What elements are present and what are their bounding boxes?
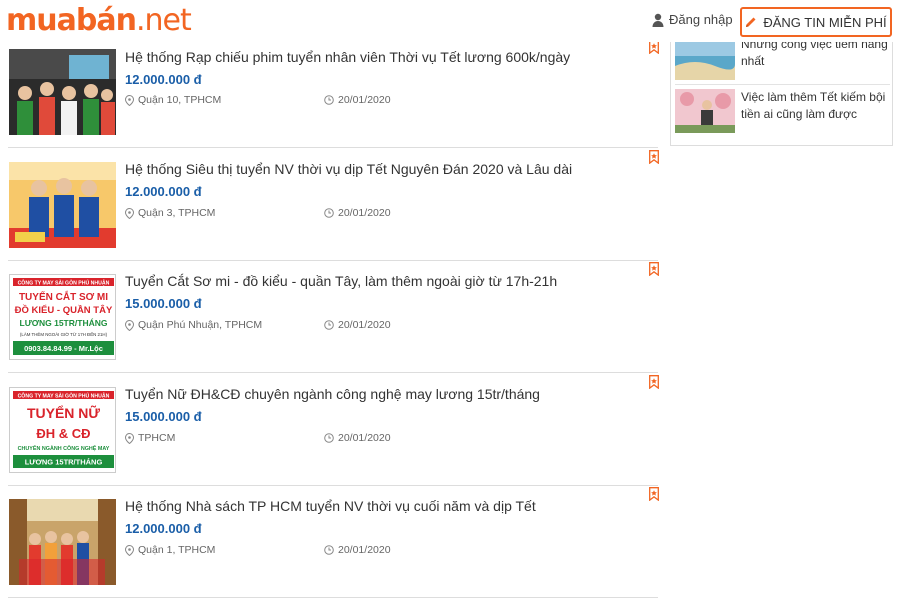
listing-thumbnail[interactable]: CÔNG TY MAY SÀI GÒN PHÚ NHUẬN TUYỂN CẮT … — [9, 274, 116, 360]
list-item[interactable]: Hệ thống Rạp chiếu phim tuyển nhân viên … — [8, 36, 659, 148]
post-free-ad-button[interactable]: ĐĂNG TIN MIỄN PHÍ — [740, 7, 892, 37]
location-text: TPHCM — [138, 432, 176, 444]
poster-headline: TUYỂN NỮ — [27, 404, 100, 421]
listing-price: 12.000.000 đ — [125, 521, 202, 536]
page: Hệ thống Rạp chiếu phim tuyển nhân viên … — [0, 0, 900, 600]
related-article[interactable]: Những công việc tiềm năng nhất — [675, 36, 890, 86]
related-articles-panel: Những công việc tiềm năng nhất Việc làm … — [670, 36, 893, 146]
bookmark-icon[interactable] — [649, 150, 659, 164]
listing-location: Quận Phú Nhuận, TPHCM — [125, 319, 262, 331]
divider — [675, 84, 890, 85]
listing-thumbnail[interactable] — [9, 49, 116, 135]
article-title[interactable]: Những công việc tiềm năng nhất — [741, 36, 890, 86]
bookmark-icon[interactable] — [649, 40, 659, 54]
poster-subheadline: ĐH & CĐ — [36, 426, 90, 441]
poster-salary: LƯƠNG 15TR/THÁNG — [20, 318, 108, 328]
poster-note: (LÀM THÊM NGOÀI GIỜ TỪ 17H ĐẾN 21H) — [20, 332, 108, 337]
site-header: muabán.net Đăng nhập ĐĂNG TIN MIỄN PHÍ — [0, 0, 900, 42]
poster-sub: CHUYÊN NGÀNH CÔNG NGHỆ MAY — [18, 444, 110, 452]
list-item[interactable]: Hệ thống Siêu thị tuyển NV thời vụ dịp T… — [8, 149, 659, 261]
listing-thumbnail[interactable] — [9, 499, 116, 585]
login-label: Đăng nhập — [669, 12, 733, 27]
site-logo[interactable]: muabán.net — [6, 2, 192, 40]
list-item[interactable]: Hệ thống Nhà sách TP HCM tuyển NV thời v… — [8, 486, 659, 598]
map-pin-icon — [125, 207, 134, 219]
article-title[interactable]: Việc làm thêm Tết kiếm bội tiền ai cũng … — [741, 89, 890, 139]
listing-title[interactable]: Hệ thống Rạp chiếu phim tuyển nhân viên … — [125, 49, 570, 65]
user-icon — [652, 13, 664, 27]
poster-subheadline: ĐỒ KIỂU - QUẦN TÂY — [15, 304, 113, 316]
clock-icon — [324, 208, 334, 218]
map-pin-icon — [125, 94, 134, 106]
listing-date: 20/01/2020 — [324, 544, 391, 556]
listing-title[interactable]: Hệ thống Siêu thị tuyển NV thời vụ dịp T… — [125, 161, 572, 177]
related-article[interactable]: Việc làm thêm Tết kiếm bội tiền ai cũng … — [675, 89, 890, 139]
date-text: 20/01/2020 — [338, 319, 391, 331]
listing-thumbnail[interactable]: CÔNG TY MAY SÀI GÒN PHÚ NHUẬN TUYỂN NỮ Đ… — [9, 387, 116, 473]
listing-location: Quận 10, TPHCM — [125, 94, 221, 106]
list-item[interactable]: CÔNG TY MAY SÀI GÒN PHÚ NHUẬN TUYỂN CẮT … — [8, 261, 659, 373]
listing-price: 12.000.000 đ — [125, 184, 202, 199]
listing-location: Quận 1, TPHCM — [125, 544, 215, 556]
list-item[interactable]: CÔNG TY MAY SÀI GÒN PHÚ NHUẬN TUYỂN NỮ Đ… — [8, 374, 659, 486]
date-text: 20/01/2020 — [338, 207, 391, 219]
clock-icon — [324, 95, 334, 105]
date-text: 20/01/2020 — [338, 432, 391, 444]
login-link[interactable]: Đăng nhập — [652, 12, 733, 27]
logo-tld: .net — [135, 3, 192, 38]
listing-date: 20/01/2020 — [324, 94, 391, 106]
listing-location: Quận 3, TPHCM — [125, 207, 215, 219]
article-thumbnail[interactable] — [675, 89, 735, 133]
date-text: 20/01/2020 — [338, 544, 391, 556]
bookmark-icon[interactable] — [649, 375, 659, 389]
location-text: Quận 3, TPHCM — [138, 207, 216, 219]
poster-company: CÔNG TY MAY SÀI GÒN PHÚ NHUẬN — [18, 278, 110, 286]
post-button-label: ĐĂNG TIN MIỄN PHÍ — [763, 14, 887, 30]
clock-icon — [324, 433, 334, 443]
listing-title[interactable]: Tuyển Cắt Sơ mi - đồ kiểu - quần Tây, là… — [125, 273, 557, 289]
clock-icon — [324, 320, 334, 330]
poster-phone: 0903.84.84.99 - Mr.Lộc — [24, 344, 103, 353]
logo-main: muabán — [6, 3, 137, 38]
poster-company: CÔNG TY MAY SÀI GÒN PHÚ NHUẬN — [18, 391, 110, 399]
location-text: Quận 1, TPHCM — [138, 544, 216, 556]
bookmark-icon[interactable] — [649, 487, 659, 501]
pencil-icon — [746, 17, 756, 27]
map-pin-icon — [125, 544, 134, 556]
listing-title[interactable]: Hệ thống Nhà sách TP HCM tuyển NV thời v… — [125, 498, 536, 514]
listing-date: 20/01/2020 — [324, 432, 391, 444]
map-pin-icon — [125, 432, 134, 444]
article-thumbnail[interactable] — [675, 36, 735, 80]
poster-salary: LƯƠNG 15TR/THÁNG — [25, 458, 103, 467]
listing-title[interactable]: Tuyển Nữ ĐH&CĐ chuyên ngành công nghệ ma… — [125, 386, 540, 402]
listing-date: 20/01/2020 — [324, 207, 391, 219]
map-pin-icon — [125, 319, 134, 331]
listing-location: TPHCM — [125, 432, 175, 444]
listing-price: 15.000.000 đ — [125, 296, 202, 311]
listing-thumbnail[interactable] — [9, 162, 116, 248]
listing-price: 12.000.000 đ — [125, 72, 202, 87]
clock-icon — [324, 545, 334, 555]
date-text: 20/01/2020 — [338, 94, 391, 106]
listing-price: 15.000.000 đ — [125, 409, 202, 424]
location-text: Quận 10, TPHCM — [138, 94, 222, 106]
listing-date: 20/01/2020 — [324, 319, 391, 331]
location-text: Quận Phú Nhuận, TPHCM — [138, 319, 263, 331]
poster-headline: TUYỂN CẮT SƠ MI — [19, 290, 108, 303]
bookmark-icon[interactable] — [649, 262, 659, 276]
